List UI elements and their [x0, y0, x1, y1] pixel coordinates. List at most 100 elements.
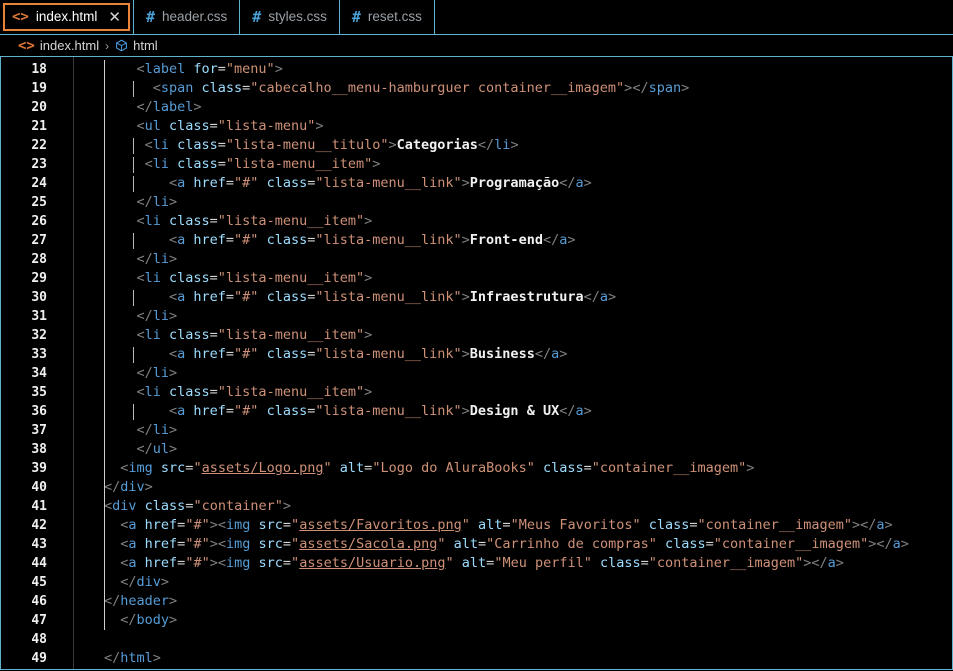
- code-token-str: "container__imagem": [697, 517, 852, 533]
- code-line[interactable]: 23 <li class="lista-menu__item">: [1, 155, 952, 174]
- code-line[interactable]: 42 <a href="#"><img src="assets/Favoritos…: [1, 516, 952, 535]
- code-line[interactable]: 44 <a href="#"><img src="assets/Usuario.p…: [1, 554, 952, 573]
- code-token-punct: </: [136, 441, 153, 457]
- line-text: <span class="cabecalho__menu-hamburguer …: [153, 79, 690, 98]
- code-token-tag: a: [128, 555, 137, 571]
- code-token-punct: </: [811, 555, 828, 571]
- code-line[interactable]: 45 </div>: [1, 573, 952, 592]
- code-token-eq: =: [209, 118, 218, 134]
- css-file-icon: #: [351, 7, 361, 26]
- code-line[interactable]: 49 </html>: [1, 649, 952, 668]
- code-line[interactable]: 18 <label for="menu">: [1, 60, 952, 79]
- code-token-eq: =: [209, 327, 218, 343]
- code-line[interactable]: 27 <a href="#" class="lista-menu__link">F…: [1, 231, 952, 250]
- code-token-eq: [250, 555, 258, 571]
- tab-header-css[interactable]: # header.css: [133, 0, 241, 34]
- breadcrumb-separator-icon: ›: [105, 38, 110, 53]
- code-editor[interactable]: 18 <label for="menu"> 19 <span class="cabec…: [0, 57, 953, 670]
- tab-styles-css[interactable]: # styles.css: [240, 0, 340, 34]
- code-token-attr: class: [266, 289, 308, 305]
- code-token-link[interactable]: assets/Favoritos.png: [299, 517, 462, 533]
- code-token-eq: [258, 289, 266, 305]
- line-text: <li class="lista-menu__item">: [136, 383, 372, 402]
- breadcrumb-item-symbol[interactable]: html: [115, 38, 158, 53]
- code-token-attr: src: [258, 536, 283, 552]
- code-line[interactable]: 28 </li>: [1, 250, 952, 269]
- code-token-eq: [657, 536, 665, 552]
- line-number: 47: [31, 613, 47, 628]
- code-line[interactable]: 38 </ul>: [1, 440, 952, 459]
- code-token-eq: [169, 156, 177, 172]
- code-line[interactable]: 36 <a href="#" class="lista-menu__link">D…: [1, 402, 952, 421]
- code-token-str: ": [291, 517, 300, 533]
- code-line[interactable]: 26 <li class="lista-menu__item">: [1, 212, 952, 231]
- line-number: 39: [31, 461, 47, 476]
- code-token-eq: [161, 327, 169, 343]
- code-content[interactable]: 18 <label for="menu"> 19 <span class="cabec…: [1, 57, 952, 668]
- line-number: 37: [31, 423, 47, 438]
- code-line[interactable]: 33 <a href="#" class="lista-menu__link">B…: [1, 345, 952, 364]
- breadcrumb: <> index.html › html: [0, 35, 953, 57]
- code-token-punct: <: [168, 403, 178, 419]
- code-token-tag: div: [112, 498, 137, 514]
- line-number: 41: [31, 499, 47, 514]
- code-line[interactable]: 41 <div class="container">: [1, 497, 952, 516]
- code-line[interactable]: 20 </label>: [1, 98, 952, 117]
- code-token-punct: <: [136, 327, 145, 343]
- code-line[interactable]: 24 <a href="#" class="lista-menu__link">P…: [1, 174, 952, 193]
- tab-label: reset.css: [367, 9, 422, 25]
- code-token-punct: >: [169, 365, 178, 381]
- code-token-eq: =: [217, 137, 226, 153]
- code-token-punct: <: [144, 137, 153, 153]
- code-token-punct: </: [534, 346, 552, 362]
- code-line[interactable]: 22 <li class="lista-menu__titulo">Categor…: [1, 136, 952, 155]
- indent-guide: [133, 176, 134, 192]
- code-line[interactable]: 19 <span class="cabecalho__menu-hamburgue…: [1, 79, 952, 98]
- code-token-link[interactable]: assets/Logo.png: [202, 460, 324, 476]
- code-token-attr: class: [266, 346, 308, 362]
- line-text: </div>: [104, 478, 153, 497]
- code-line[interactable]: 48: [1, 630, 952, 649]
- code-line[interactable]: 29 <li class="lista-menu__item">: [1, 269, 952, 288]
- line-number: 48: [31, 632, 47, 647]
- code-line[interactable]: 34 </li>: [1, 364, 952, 383]
- code-line[interactable]: 32 <li class="lista-menu__item">: [1, 326, 952, 345]
- code-token-attr: class: [169, 270, 210, 286]
- code-token-eq: =: [705, 536, 714, 552]
- code-token-tag: li: [152, 308, 169, 324]
- code-token-tag: li: [152, 251, 169, 267]
- code-line[interactable]: 47 </body>: [1, 611, 952, 630]
- tab-reset-css[interactable]: # reset.css: [339, 0, 435, 34]
- code-token-punct: >: [461, 232, 470, 248]
- code-token-tag: a: [128, 517, 137, 533]
- code-line[interactable]: 25 </li>: [1, 193, 952, 212]
- code-line[interactable]: 35 <li class="lista-menu__item">: [1, 383, 952, 402]
- code-line[interactable]: 21 <ul class="lista-menu">: [1, 117, 952, 136]
- code-line[interactable]: 40 </div>: [1, 478, 952, 497]
- line-text: </html>: [104, 649, 161, 668]
- code-token-str: "lista-menu__item": [217, 384, 365, 400]
- code-line[interactable]: 46 </header>: [1, 592, 952, 611]
- close-icon[interactable]: ✕: [108, 9, 121, 25]
- code-token-link[interactable]: assets/Sacola.png: [299, 536, 437, 552]
- code-token-attr: href: [144, 517, 178, 533]
- code-line[interactable]: 37 </li>: [1, 421, 952, 440]
- code-token-eq: [137, 536, 145, 552]
- code-line[interactable]: 43 <a href="#"><img src="assets/Sacola.pn…: [1, 535, 952, 554]
- code-line[interactable]: 30 <a href="#" class="lista-menu__link">I…: [1, 288, 952, 307]
- code-token-punct: </: [136, 194, 153, 210]
- code-token-punct: >: [884, 517, 893, 533]
- tab-index-html[interactable]: <> index.html ✕: [0, 0, 134, 34]
- code-token-link[interactable]: assets/Usuario.png: [299, 555, 445, 571]
- code-token-tag: span: [648, 80, 682, 96]
- symbol-cube-icon: [115, 39, 128, 52]
- code-token-punct: <: [168, 289, 178, 305]
- breadcrumb-item-file[interactable]: <> index.html: [18, 38, 99, 53]
- code-token-tag: li: [144, 327, 161, 343]
- code-line[interactable]: 31 </li>: [1, 307, 952, 326]
- line-number: 46: [31, 594, 47, 609]
- line-number: 24: [31, 176, 47, 191]
- code-token-eq: =: [502, 517, 511, 533]
- code-line[interactable]: 39 <img src="assets/Logo.png" alt="Logo d…: [1, 459, 952, 478]
- code-token-str: ": [291, 555, 300, 571]
